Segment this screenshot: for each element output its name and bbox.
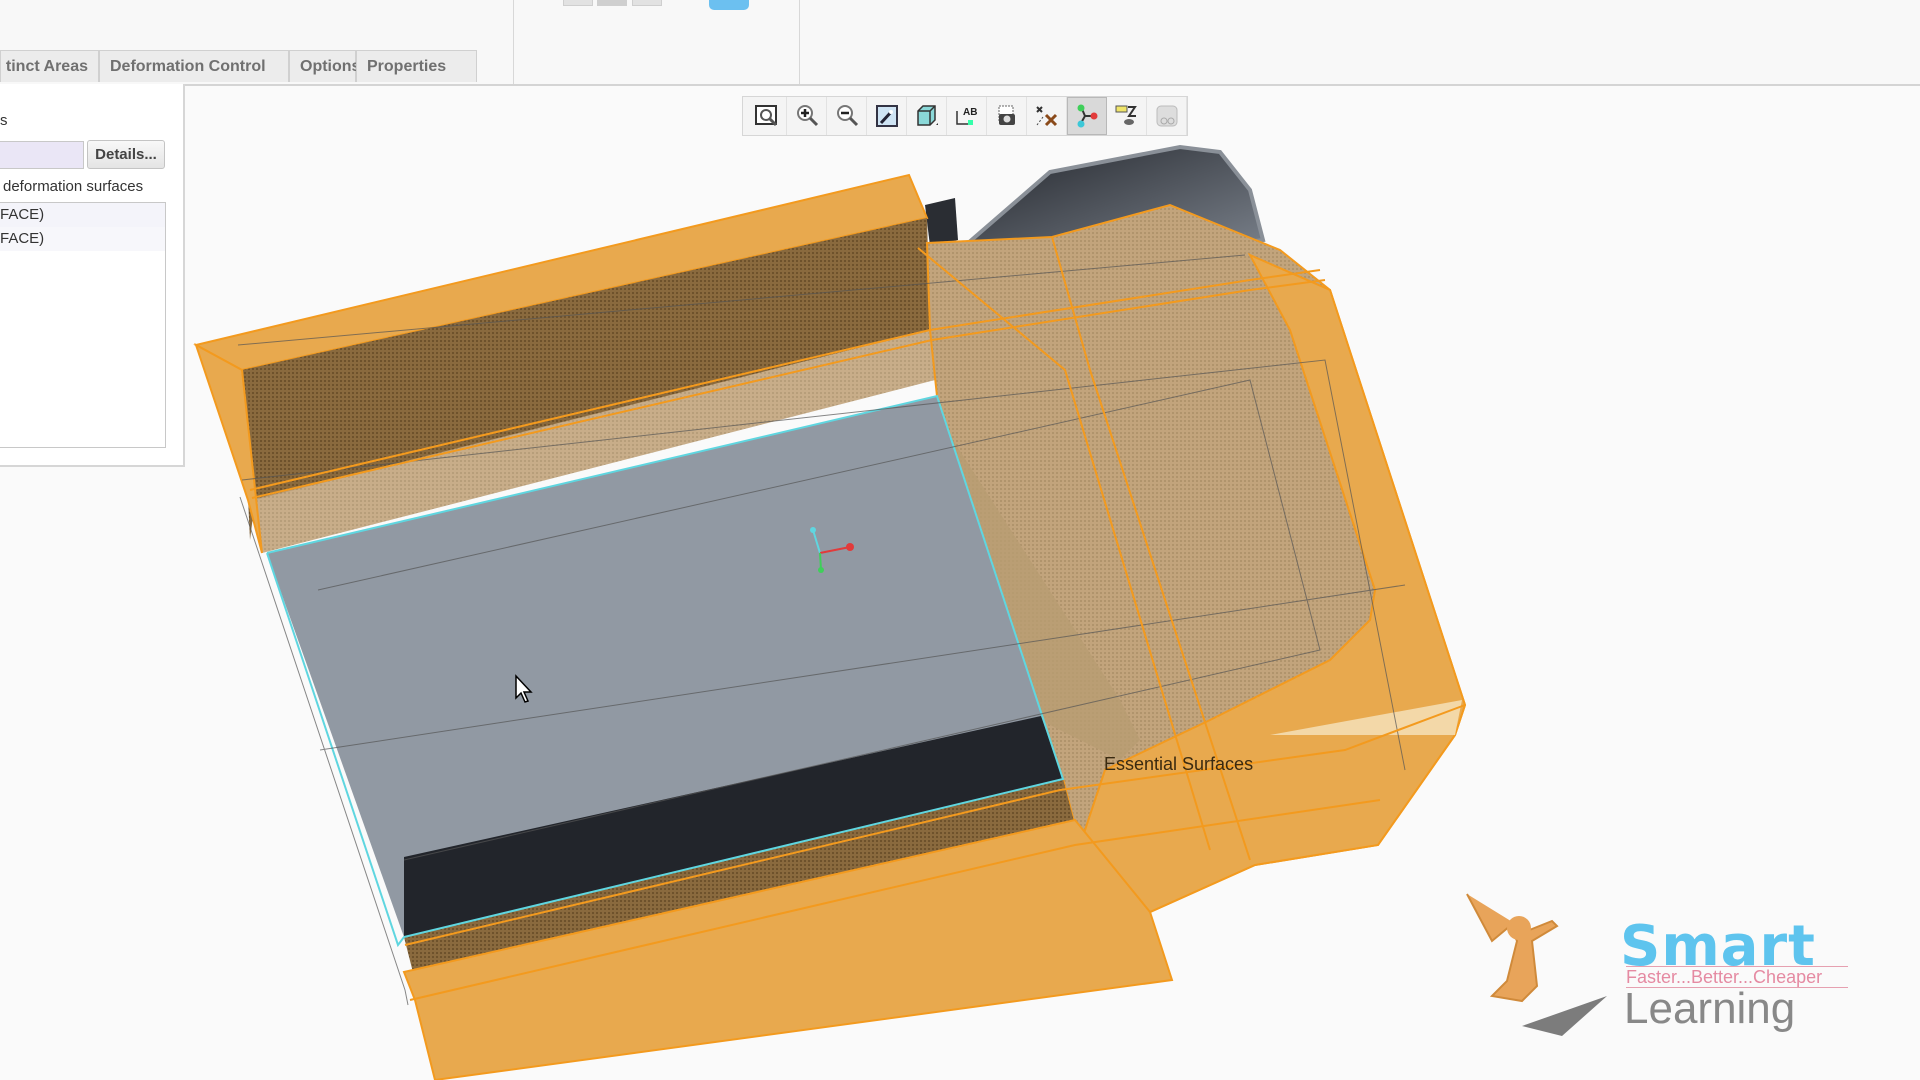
repaint-icon <box>875 105 898 127</box>
annotation-display-icon: AB <box>955 107 977 125</box>
back-wall-dark <box>925 198 958 246</box>
graphics-toolbar: AB <box>742 96 1188 136</box>
spin-center-button[interactable] <box>1067 97 1107 135</box>
tab-label: Properties <box>367 58 447 75</box>
smart-learning-watermark: Smart Faster...Better...Cheaper Learning <box>1462 886 1852 1036</box>
tab-deformation-control[interactable]: Deformation Control <box>99 50 289 82</box>
zoom-out-button[interactable] <box>827 97 867 135</box>
tab-label: Deformation Control <box>110 58 266 75</box>
display-style-icon <box>916 105 938 126</box>
saved-orientations-icon <box>998 105 1015 125</box>
mascot-icon <box>1466 893 1607 1036</box>
ribbon-area: tinct Areas Deformation Control Options … <box>0 0 1920 86</box>
zoom-out-icon <box>836 105 858 127</box>
ribbon-divider <box>513 0 514 84</box>
display-style-button[interactable] <box>907 97 947 135</box>
spin-center-icon <box>1077 104 1098 128</box>
svg-text:AB: AB <box>963 107 977 118</box>
zoom-in-button[interactable] <box>787 97 827 135</box>
annotation-display-button[interactable]: AB <box>947 97 987 135</box>
ribbon-divider <box>799 0 800 84</box>
ribbon-button[interactable] <box>597 0 627 6</box>
tab-label: tinct Areas <box>5 58 88 75</box>
watermark-subtitle: Learning <box>1624 984 1796 1033</box>
refit-button[interactable] <box>747 97 787 135</box>
zoom-in-icon <box>796 105 818 127</box>
dashboard-tabs: tinct Areas Deformation Control Options … <box>0 50 477 83</box>
view-manager-icon <box>1115 105 1137 125</box>
mouse-cursor-icon <box>515 674 533 703</box>
view-manager-button[interactable] <box>1107 97 1147 135</box>
appearance-gallery-icon <box>1156 105 1177 127</box>
datum-display-button[interactable] <box>1027 97 1067 135</box>
repaint-button[interactable] <box>867 97 907 135</box>
ribbon-button[interactable] <box>563 0 593 6</box>
ribbon-button[interactable] <box>632 0 662 6</box>
saved-orientations-button[interactable] <box>987 97 1027 135</box>
tab-distinct-areas[interactable]: tinct Areas <box>0 50 99 82</box>
appearance-gallery-button[interactable] <box>1147 97 1187 135</box>
ribbon-accent-button[interactable] <box>709 0 749 10</box>
tab-label: Options <box>300 58 361 75</box>
datum-display-icon <box>1035 106 1057 127</box>
tab-options[interactable]: Options <box>289 50 360 82</box>
tab-properties[interactable]: Properties <box>356 50 477 82</box>
refit-icon <box>754 105 777 127</box>
model-label: Essential Surfaces <box>1104 754 1254 774</box>
